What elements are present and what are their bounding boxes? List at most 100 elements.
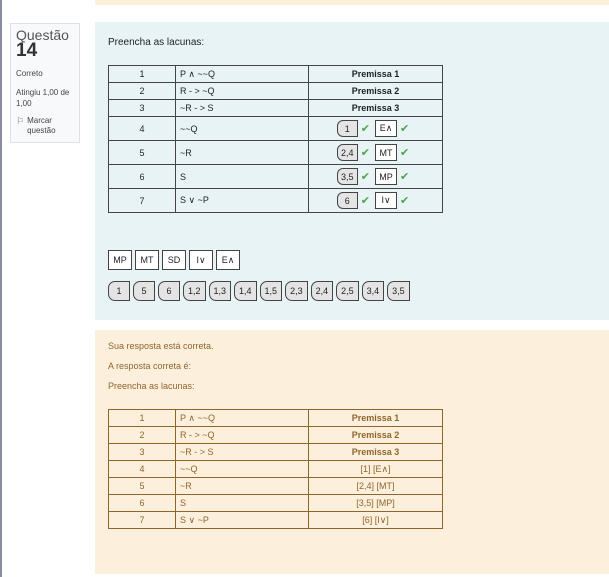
formula: R - > ~Q	[175, 426, 309, 444]
table-row: 5 ~R [2,4] [MT]	[108, 477, 443, 495]
correct-justification: [1] [E∧]	[308, 460, 443, 478]
question-state: Correto	[16, 69, 43, 78]
line-reference-slot[interactable]: 1	[336, 120, 358, 137]
table-row: 6 S [3,5] [MP]	[108, 494, 443, 512]
table-row: 2 R - > ~Q Premissa 2	[108, 82, 443, 100]
drag-item-line-ref[interactable]: 1,4	[234, 281, 257, 301]
flag-question-label: Marcar questão	[27, 116, 56, 135]
line-number: 7	[108, 188, 176, 213]
question-grade: Atingiu 1,00 de 1,00	[16, 88, 70, 108]
correct-justification: [6] [I∨]	[308, 511, 443, 529]
line-reference-drag-items: 1 5 6 1,2 1,3 1,4 1,5 2,3 2,4 2,5 3,4 3,…	[108, 281, 410, 301]
drag-item-line-ref[interactable]: 3,4	[361, 281, 385, 301]
drag-item-line-ref[interactable]: 2,5	[336, 281, 359, 301]
feedback-right-answer-intro: A resposta correta é:	[108, 361, 192, 371]
line-number: 5	[108, 140, 176, 165]
check-icon: ✔	[360, 147, 370, 159]
drag-item-line-ref[interactable]: 6	[158, 281, 180, 301]
justification-slots: 3,5 ✔ MP ✔	[308, 164, 443, 189]
table-row: 6 S 3,5 ✔ MP ✔	[108, 164, 443, 189]
formula: ~R - > S	[175, 443, 309, 461]
table-row: 2 R - > ~Q Premissa 2	[108, 426, 443, 444]
page-left-border	[0, 0, 2, 577]
drag-item-line-ref[interactable]: 3,5	[387, 281, 410, 301]
formula: ~R - > S	[175, 99, 309, 117]
check-icon: ✔	[400, 195, 410, 207]
check-icon: ✔	[360, 123, 370, 135]
check-icon: ✔	[360, 171, 370, 183]
justification: Premissa 1	[308, 65, 443, 83]
table-row: 3 ~R - > S Premissa 3	[108, 99, 443, 117]
justification: Premissa 3	[308, 443, 443, 461]
question-prompt: Preencha as lacunas:	[108, 37, 205, 48]
table-row: 1 P ∧ ~~Q Premissa 1	[108, 409, 443, 427]
correct-justification: [2,4] [MT]	[308, 477, 443, 495]
drag-item-rule[interactable]: SD	[162, 250, 186, 270]
formula: S	[175, 494, 309, 512]
formula: S ∨ ~P	[175, 511, 309, 529]
drag-item-rule[interactable]: MP	[108, 250, 132, 270]
proof-table: 1 P ∧ ~~Q Premissa 1 2 R - > ~Q Premissa…	[108, 65, 443, 213]
line-reference-slot[interactable]: 6	[336, 192, 358, 209]
table-row: 4 ~~Q 1 ✔ E∧ ✔	[108, 116, 443, 141]
line-number: 3	[108, 443, 176, 461]
rule-slot[interactable]: E∧	[375, 120, 397, 137]
line-number: 3	[108, 99, 176, 117]
formula: ~~Q	[175, 460, 309, 478]
justification-slots: 1 ✔ E∧ ✔	[308, 116, 443, 141]
line-number: 6	[108, 494, 176, 512]
drag-item-line-ref[interactable]: 1,2	[183, 281, 206, 301]
question-info: Questão 14 Correto Atingiu 1,00 de 1,00 …	[10, 23, 80, 143]
table-row: 1 P ∧ ~~Q Premissa 1	[108, 65, 443, 83]
drag-item-rule[interactable]: E∧	[216, 250, 240, 270]
justification: Premissa 3	[308, 99, 443, 117]
right-answer-table: 1 P ∧ ~~Q Premissa 1 2 R - > ~Q Premissa…	[108, 409, 443, 529]
table-row: 7 S ∨ ~P [6] [I∨]	[108, 511, 443, 529]
question-number: 14	[16, 40, 38, 61]
formula: P ∧ ~~Q	[175, 409, 309, 427]
check-icon: ✔	[360, 195, 370, 207]
feedback-prompt: Preencha as lacunas:	[108, 381, 195, 391]
formula: S ∨ ~P	[175, 188, 309, 213]
line-number: 2	[108, 426, 176, 444]
line-number: 7	[108, 511, 176, 529]
table-row: 4 ~~Q [1] [E∧]	[108, 460, 443, 478]
line-reference-slot[interactable]: 3,5	[336, 168, 358, 185]
line-number: 5	[108, 477, 176, 495]
rule-slot[interactable]: MT	[375, 144, 397, 161]
drag-item-rule[interactable]: I∨	[189, 250, 213, 270]
check-icon: ✔	[400, 123, 410, 135]
drag-item-line-ref[interactable]: 2,4	[310, 281, 334, 301]
drag-item-line-ref[interactable]: 5	[133, 281, 155, 301]
correct-justification: [3,5] [MP]	[308, 494, 443, 512]
rule-slot[interactable]: MP	[375, 168, 397, 185]
table-row: 7 S ∨ ~P 6 ✔ I∨ ✔	[108, 188, 443, 213]
previous-question-feedback-edge	[95, 0, 609, 5]
line-number: 6	[108, 164, 176, 189]
justification: Premissa 2	[308, 426, 443, 444]
formula: S	[175, 164, 309, 189]
line-number: 1	[108, 409, 176, 427]
table-row: 5 ~R 2,4 ✔ MT ✔	[108, 140, 443, 165]
flag-icon: ⚐	[16, 116, 25, 126]
justification: Premissa 1	[308, 409, 443, 427]
rule-slot[interactable]: I∨	[375, 192, 397, 209]
table-row: 3 ~R - > S Premissa 3	[108, 443, 443, 461]
drag-item-line-ref[interactable]: 1	[108, 281, 130, 301]
drag-item-line-ref[interactable]: 1,3	[208, 281, 232, 301]
line-reference-slot[interactable]: 2,4	[336, 144, 358, 161]
formula: ~R	[175, 477, 309, 495]
drag-item-line-ref[interactable]: 2,3	[285, 281, 308, 301]
rule-drag-items: MP MT SD I∨ E∧	[108, 250, 240, 270]
flag-question-link[interactable]: ⚐ Marcar questão	[16, 116, 74, 136]
drag-item-line-ref[interactable]: 1,5	[259, 281, 283, 301]
formula: ~R	[175, 140, 309, 165]
drag-item-rule[interactable]: MT	[135, 250, 159, 270]
justification-slots: 2,4 ✔ MT ✔	[308, 140, 443, 165]
justification: Premissa 2	[308, 82, 443, 100]
line-number: 1	[108, 65, 176, 83]
formula: ~~Q	[175, 116, 309, 141]
check-icon: ✔	[400, 147, 410, 159]
check-icon: ✔	[400, 171, 410, 183]
formula: P ∧ ~~Q	[175, 65, 309, 83]
